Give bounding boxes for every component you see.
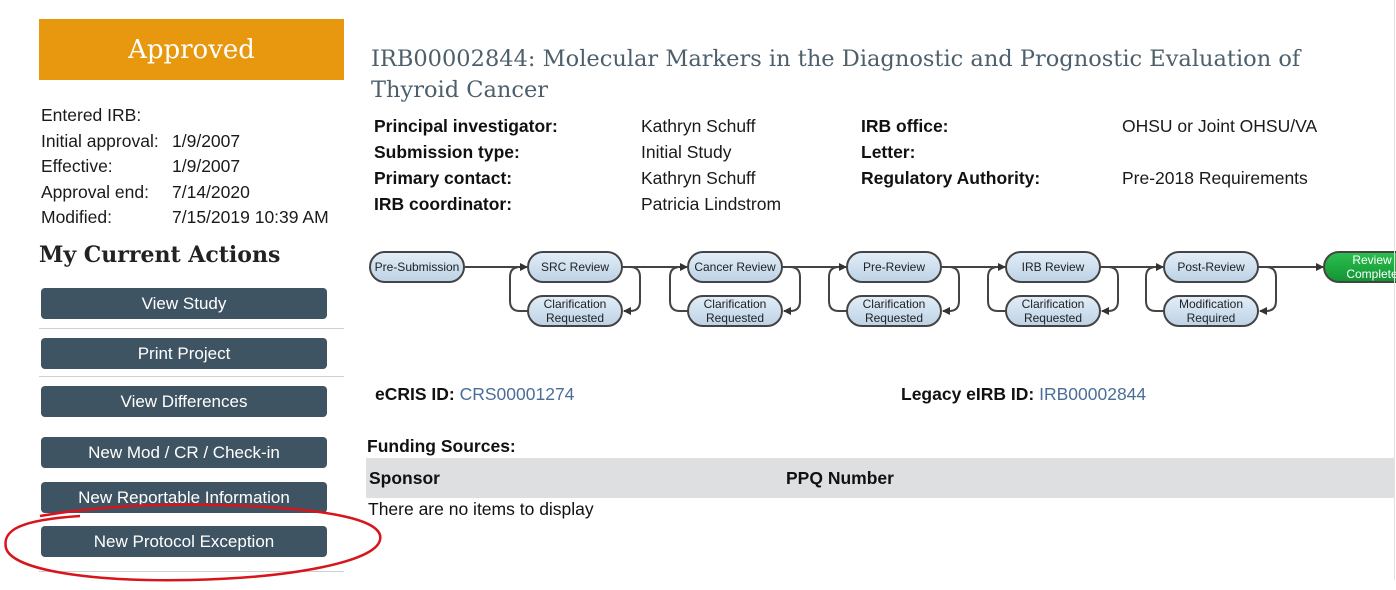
workflow-loop-arrow <box>622 266 641 315</box>
legacy-eirb-id-link[interactable]: IRB00002844 <box>1039 384 1146 404</box>
workflow-loop-clarification-requested[interactable]: ClarificationRequested <box>846 295 942 327</box>
svg-text:SRC Review: SRC Review <box>541 260 609 274</box>
field-letter: Letter: <box>861 142 916 162</box>
funding-sources-label: Funding Sources: <box>367 436 516 456</box>
workflow-stage-pre-review[interactable]: Pre-Review <box>846 251 942 283</box>
column-header-ppq-number[interactable]: PPQ Number <box>786 468 894 489</box>
svg-text:IRB Review: IRB Review <box>1022 260 1085 274</box>
date-row-approval-end: Approval end: 7/14/2020 <box>41 181 250 202</box>
new-reportable-information-button[interactable]: New Reportable Information <box>41 482 327 513</box>
svg-text:Clarification: Clarification <box>704 297 767 311</box>
workflow-loop-arrow <box>1100 266 1119 315</box>
svg-text:Modification: Modification <box>1179 297 1243 311</box>
field-principal-investigator: Principal investigator: Kathryn Schuff <box>374 116 756 136</box>
date-row-entered-irb: Entered IRB: <box>41 105 142 125</box>
field-regulatory-authority: Regulatory Authority: Pre-2018 Requiremen… <box>861 168 1308 188</box>
svg-text:Clarification: Clarification <box>544 297 607 311</box>
workflow-loop-arrow <box>669 266 688 312</box>
workflow-stage-post-review[interactable]: Post-Review <box>1163 251 1259 283</box>
workflow-loop-clarification-requested[interactable]: ClarificationRequested <box>1005 295 1101 327</box>
field-submission-type: Submission type: Initial Study <box>374 142 732 162</box>
new-protocol-exception-button[interactable]: New Protocol Exception <box>41 526 327 557</box>
svg-text:Post-Review: Post-Review <box>1177 260 1245 274</box>
field-primary-contact: Primary contact: Kathryn Schuff <box>374 168 756 188</box>
workflow-loop-arrow <box>987 266 1006 312</box>
workflow-loop-clarification-requested[interactable]: ClarificationRequested <box>687 295 783 327</box>
cutoff-text-left <box>370 570 500 576</box>
divider <box>39 328 344 329</box>
study-dates: Entered IRB: Initial approval: 1/9/2007 E… <box>41 103 329 231</box>
workflow-loop-arrow <box>1258 266 1277 315</box>
svg-text:Pre-Review: Pre-Review <box>863 260 925 274</box>
print-project-button[interactable]: Print Project <box>41 338 327 369</box>
ecris-id-link[interactable]: CRS00001274 <box>460 384 575 404</box>
funding-table-header: Sponsor PPQ Number <box>366 458 1394 498</box>
svg-text:Review: Review <box>1352 253 1392 267</box>
svg-text:Requested: Requested <box>1024 311 1082 325</box>
study-details-left: Principal investigator: Kathryn Schuff Su… <box>374 113 781 217</box>
svg-text:Cancer Review: Cancer Review <box>694 260 776 274</box>
legacy-eirb-id: Legacy eIRB ID: IRB00002844 <box>901 384 1147 404</box>
workflow-loop-clarification-requested[interactable]: ClarificationRequested <box>527 295 623 327</box>
field-irb-coordinator: IRB coordinator: Patricia Lindstrom <box>374 194 782 214</box>
column-header-sponsor[interactable]: Sponsor <box>369 468 440 489</box>
actions-heading: My Current Actions <box>39 242 281 268</box>
workflow-loop-arrow <box>1145 266 1164 312</box>
workflow-loop-arrow <box>782 266 801 315</box>
new-mod-cr-checkin-button[interactable]: New Mod / CR / Check-in <box>41 437 327 468</box>
svg-text:Required: Required <box>1187 311 1236 325</box>
workflow-diagram: Pre-Submission SRC Review Cancer Review Pre… <box>369 251 1396 327</box>
svg-text:Requested: Requested <box>546 311 604 325</box>
svg-text:Clarification: Clarification <box>863 297 926 311</box>
svg-text:Requested: Requested <box>865 311 923 325</box>
page-title: IRB00002844: Molecular Markers in the Di… <box>371 46 1301 103</box>
date-row-modified: Modified: 7/15/2019 10:39 AM <box>41 207 329 227</box>
workflow-stage-src-review[interactable]: SRC Review <box>527 251 623 283</box>
workflow-loop-modification-required[interactable]: ModificationRequired <box>1163 295 1259 327</box>
view-differences-button[interactable]: View Differences <box>41 386 327 417</box>
workflow-loop-arrow <box>509 266 528 312</box>
workflow-loop-arrow <box>828 266 847 312</box>
workflow-stage-irb-review[interactable]: IRB Review <box>1005 251 1101 283</box>
workflow-loop-arrow <box>941 266 960 315</box>
date-row-effective: Effective: 1/9/2007 <box>41 156 241 176</box>
funding-empty-message: There are no items to display <box>368 499 594 519</box>
svg-text:Complete: Complete <box>1346 267 1396 281</box>
field-irb-office: IRB office: OHSU or Joint OHSU/VA <box>861 116 1318 136</box>
svg-text:Requested: Requested <box>706 311 764 325</box>
irb-coordinator-link[interactable]: Patricia Lindstrom <box>641 194 781 214</box>
divider <box>39 571 344 572</box>
scrollbar-edge <box>1394 0 1395 580</box>
svg-text:Clarification: Clarification <box>1022 297 1085 311</box>
study-details-right: IRB office: OHSU or Joint OHSU/VA Letter:… <box>861 113 1317 191</box>
workflow-stage-pre-submission[interactable]: Pre-Submission <box>369 251 465 283</box>
date-row-initial-approval: Initial approval: 1/9/2007 <box>41 130 241 151</box>
status-banner: Approved <box>39 19 344 80</box>
ecris-id: eCRIS ID: CRS00001274 <box>375 384 575 404</box>
view-study-button[interactable]: View Study <box>41 288 327 319</box>
svg-text:Pre-Submission: Pre-Submission <box>375 260 460 274</box>
workflow-stage-cancer-review[interactable]: Cancer Review <box>687 251 783 283</box>
workflow-stage-review-complete[interactable]: ReviewComplete <box>1323 251 1396 283</box>
divider <box>39 376 344 377</box>
